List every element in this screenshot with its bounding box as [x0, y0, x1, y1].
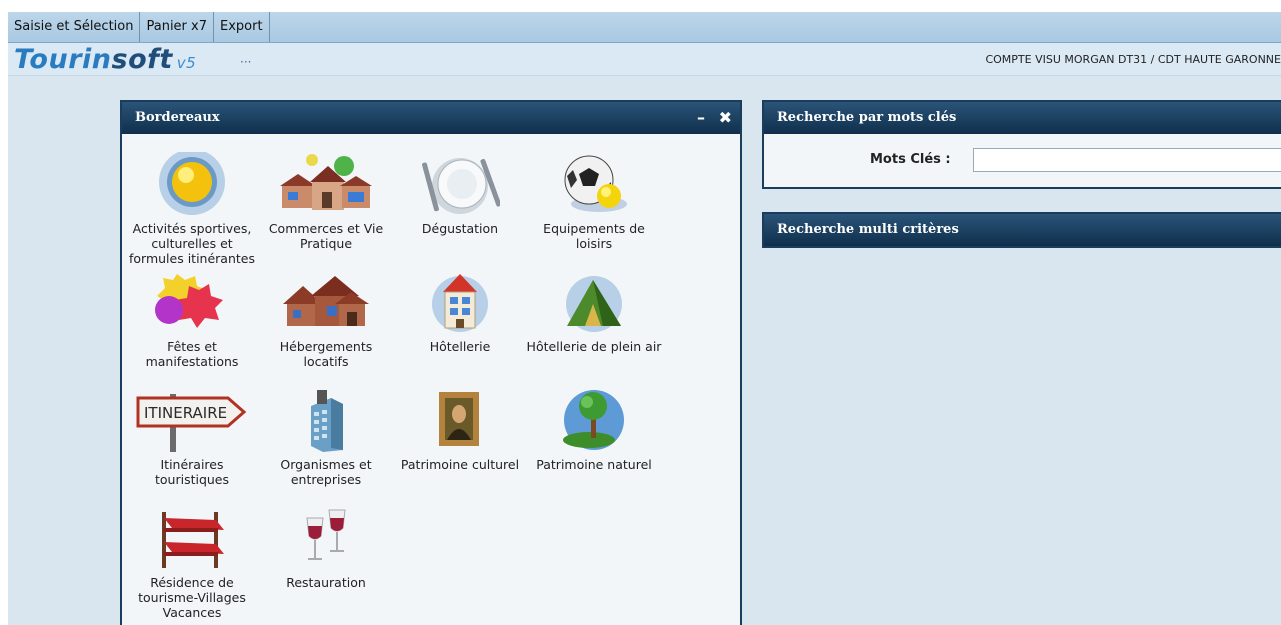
sign-text: ITINERAIRE: [144, 404, 227, 422]
keyword-search-title: Recherche par mots clés: [777, 110, 957, 125]
menu-panier[interactable]: Panier x7: [140, 12, 214, 42]
category-label: Dégustation: [421, 221, 499, 236]
category-plein-air[interactable]: Hôtellerie de plein air: [524, 270, 664, 354]
category-hotellerie[interactable]: Hôtellerie: [390, 270, 530, 354]
office-building-icon: [291, 388, 361, 454]
category-fetes[interactable]: Fêtes et manifestations: [122, 270, 262, 369]
painting-icon: [425, 388, 495, 454]
category-equipements[interactable]: Equipements de loisirs: [524, 152, 664, 251]
keyword-search-header: Recherche par mots clés: [764, 102, 1281, 134]
bunk-bed-icon: [157, 506, 227, 572]
category-label: Hôtellerie de plein air: [526, 339, 662, 354]
tree-icon: [559, 388, 629, 454]
logo-text-part1: Tourin: [14, 44, 112, 75]
category-label: Résidence de tourisme-Villages Vacances: [138, 575, 246, 620]
category-label: Commerces et Vie Pratique: [268, 221, 384, 251]
category-label: Hôtellerie: [429, 339, 491, 354]
close-icon[interactable]: ✖: [719, 108, 732, 127]
category-organismes[interactable]: Organismes et entreprises: [256, 388, 396, 487]
category-residence-tourisme[interactable]: Résidence de tourisme-Villages Vacances: [122, 506, 262, 620]
tent-icon: [559, 270, 629, 336]
keyword-search-panel: Recherche par mots clés Mots Clés :: [762, 100, 1281, 189]
category-label: Equipements de loisirs: [543, 221, 645, 251]
category-restauration[interactable]: Restauration: [256, 506, 396, 590]
category-label: Activités sportives, culturelles et form…: [128, 221, 255, 266]
category-hebergements-locatifs[interactable]: Hébergements locatifs: [256, 270, 396, 369]
top-menu-bar: Saisie et Sélection Panier x7 Export: [8, 12, 1281, 43]
bordereaux-header: Bordereaux – ✖: [122, 102, 740, 134]
brand-bar: Tourinsoft v5 ··· COMPTE VISU MORGAN DT31…: [8, 43, 1281, 76]
bordereaux-title: Bordereaux: [135, 110, 220, 125]
category-label: Organismes et entreprises: [280, 457, 372, 487]
account-label: COMPTE VISU MORGAN DT31 / CDT HAUTE GARO…: [985, 53, 1281, 66]
category-label: Patrimoine culturel: [400, 457, 520, 472]
multi-criteria-title: Recherche multi critères: [777, 222, 959, 237]
minimize-icon[interactable]: –: [697, 108, 705, 127]
party-stars-icon: [155, 270, 227, 336]
shops-icon: [280, 152, 372, 218]
category-activites[interactable]: Activités sportives, culturelles et form…: [122, 149, 262, 266]
category-label: Hébergements locatifs: [279, 339, 373, 369]
category-label: Itinéraires touristiques: [154, 457, 230, 487]
wine-glasses-icon: [291, 506, 361, 572]
menu-export[interactable]: Export: [214, 12, 270, 42]
app-window: Saisie et Sélection Panier x7 Export Tou…: [8, 12, 1281, 625]
category-commerces[interactable]: Commerces et Vie Pratique: [256, 152, 396, 251]
category-itineraires[interactable]: ITINERAIRE Itinéraires touristiques: [122, 388, 262, 487]
logo-version: v5: [176, 54, 197, 72]
soccer-ball-icon: [559, 152, 629, 218]
category-label: Patrimoine naturel: [536, 457, 652, 472]
app-logo: Tourinsoft v5: [14, 44, 196, 75]
keywords-label: Mots Clés :: [870, 152, 951, 167]
bordereaux-panel: Bordereaux – ✖ Activités sportives, cult…: [120, 100, 742, 625]
plate-cutlery-icon: [422, 152, 502, 218]
multi-criteria-panel[interactable]: Recherche multi critères: [762, 212, 1281, 248]
multi-criteria-header[interactable]: Recherche multi critères: [764, 214, 1281, 246]
category-degustation[interactable]: Dégustation: [390, 152, 530, 236]
hotel-icon: [425, 270, 495, 336]
category-label: Restauration: [286, 575, 366, 590]
category-patrimoine-naturel[interactable]: Patrimoine naturel: [524, 388, 664, 472]
more-dots[interactable]: ···: [240, 55, 251, 69]
yellow-ball-icon: [157, 149, 227, 218]
category-label: Fêtes et manifestations: [145, 339, 239, 369]
houses-icon: [283, 270, 369, 336]
keywords-input[interactable]: [973, 148, 1281, 172]
category-patrimoine-culturel[interactable]: Patrimoine culturel: [390, 388, 530, 472]
logo-text-part2: soft: [111, 44, 173, 75]
menu-saisie-selection[interactable]: Saisie et Sélection: [8, 12, 141, 42]
itinerary-sign-icon: ITINERAIRE: [136, 388, 247, 454]
